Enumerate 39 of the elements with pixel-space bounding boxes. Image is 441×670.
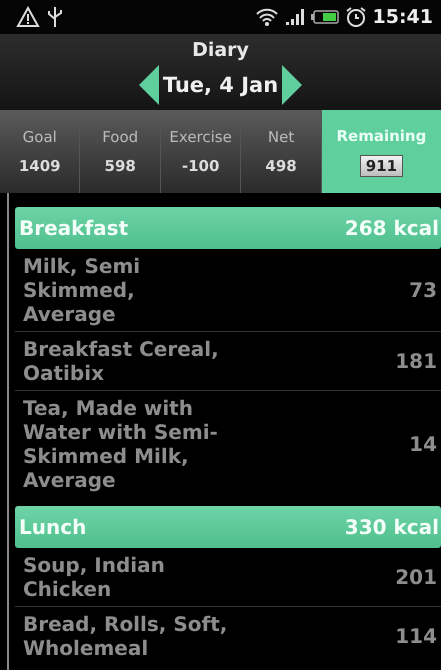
previous-day-icon[interactable] xyxy=(138,65,159,105)
summary-tab[interactable]: Food 598 xyxy=(80,110,161,193)
alarm-clock-icon xyxy=(344,6,367,28)
summary-label: Goal xyxy=(22,128,57,146)
food-calories: 201 xyxy=(395,565,437,589)
food-name[interactable]: Milk, Semi Skimmed, Average xyxy=(23,254,140,326)
usb-icon xyxy=(46,5,64,29)
food-name[interactable]: Bread, Rolls, Soft, Wholemeal xyxy=(23,612,228,660)
meal-name: Breakfast xyxy=(19,216,128,240)
meal-total: 268 kcal xyxy=(344,216,439,240)
battery-icon xyxy=(310,9,339,25)
summary-value: 1409 xyxy=(18,156,62,176)
summary-value: 598 xyxy=(104,156,137,176)
meal-name: Lunch xyxy=(19,515,86,539)
summary-value: 498 xyxy=(264,156,298,176)
summary-tab[interactable]: Exercise -100 xyxy=(160,110,242,193)
summary-label: Exercise xyxy=(169,128,232,146)
screen-title: Diary xyxy=(192,39,249,61)
summary-tab[interactable]: Remaining 911 xyxy=(322,110,441,193)
food-calories: 14 xyxy=(409,432,437,456)
summary-value: -100 xyxy=(180,156,220,176)
food-name[interactable]: Soup, Indian Chicken xyxy=(23,553,165,601)
summary-label: Remaining xyxy=(336,126,426,144)
summary-label: Net xyxy=(268,128,294,146)
summary-tab[interactable]: Goal 1409 xyxy=(0,110,80,193)
food-calories: 181 xyxy=(395,349,437,373)
next-day-icon[interactable] xyxy=(282,65,302,105)
summary-value: 911 xyxy=(360,154,404,176)
food-calories: 73 xyxy=(409,278,437,302)
meal-total: 330 kcal xyxy=(344,515,439,539)
food-name[interactable]: Breakfast Cereal, Oatibix xyxy=(23,337,219,385)
date-label: Tue, 4 Jan xyxy=(162,73,278,97)
warning-icon xyxy=(16,6,40,28)
summary-label: Food xyxy=(102,128,138,146)
clock-time: 15:41 xyxy=(372,6,433,28)
wifi-icon xyxy=(254,7,279,27)
food-name[interactable]: Tea, Made with Water with Semi- Skimmed Milk, Average xyxy=(23,396,218,492)
signal-icon xyxy=(284,8,305,26)
food-calories: 114 xyxy=(395,624,437,648)
